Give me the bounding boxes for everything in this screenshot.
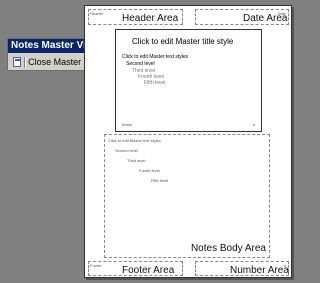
footer-small-text: Footer bbox=[90, 263, 102, 268]
footer-placeholder[interactable]: Footer Footer Area bbox=[88, 261, 183, 276]
slide-footer-text: footer bbox=[122, 122, 133, 127]
slide-text-level-5: Fifth level bbox=[144, 80, 166, 86]
notes-text-level-2: Second level bbox=[115, 148, 138, 153]
notes-body-placeholder[interactable]: Click to edit Master text styles Second … bbox=[104, 134, 270, 258]
slide-text-level-2: Second level bbox=[126, 61, 155, 67]
header-small-text: Header bbox=[90, 11, 104, 16]
slide-title-text: Click to edit Master title style bbox=[132, 37, 234, 46]
notes-text-level-3: Third level bbox=[127, 158, 146, 163]
notes-body-area-label: Notes Body Area bbox=[190, 243, 266, 254]
notes-text-level-1: Click to edit Master text styles bbox=[108, 138, 161, 143]
date-area-label: Date Area bbox=[243, 13, 288, 24]
date-placeholder[interactable]: Date Date Area bbox=[195, 9, 289, 25]
number-placeholder[interactable]: # Number Area bbox=[195, 261, 289, 276]
slide-image-placeholder[interactable]: Click to edit Master title style Click t… bbox=[115, 29, 262, 132]
slide-text-level-1: Click to edit Master text styles bbox=[122, 54, 189, 60]
toolbar-separator bbox=[24, 56, 26, 68]
slide-number-text: # bbox=[252, 122, 255, 127]
notes-text-level-4: Fourth level bbox=[139, 168, 160, 173]
notes-master-page: Header Header Area Date Date Area Click … bbox=[84, 5, 292, 278]
header-area-label: Header Area bbox=[122, 13, 179, 24]
number-area-label: Number Area bbox=[230, 265, 289, 276]
notes-text-level-5: Fifth level bbox=[151, 178, 169, 183]
footer-area-label: Footer Area bbox=[122, 265, 175, 276]
header-placeholder[interactable]: Header Header Area bbox=[88, 9, 183, 25]
close-master-view-icon bbox=[13, 57, 22, 67]
